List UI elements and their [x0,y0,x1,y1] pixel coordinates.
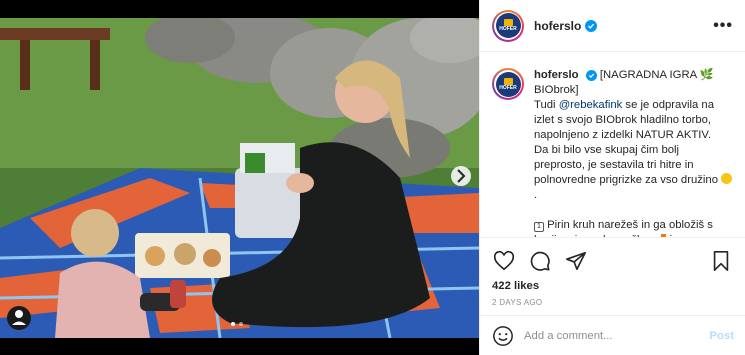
verified-badge-icon [585,70,597,81]
mention-link[interactable]: @rebekafink [559,99,623,111]
share-paper-plane-icon[interactable] [564,249,588,273]
more-options-icon[interactable]: ••• [713,17,733,35]
caption-avatar[interactable]: HOFER [492,68,524,100]
comment-input[interactable] [524,329,710,342]
caption-text: hoferslo [NAGRADNA IGRA 🌿 BIObrok] Tudi … [534,68,733,237]
avatar[interactable]: HOFER [492,9,524,42]
action-bar [480,238,745,276]
comment-bubble-icon[interactable] [528,249,552,273]
username-link[interactable]: hoferslo [534,19,581,33]
caption-line-3: Da bi bilo vse skupaj čim bolj preprosto… [534,144,718,186]
save-bookmark-icon[interactable] [709,249,733,273]
post-comment-button[interactable]: Post [710,330,734,342]
caption-area: HOFER hoferslo [NAGRADNA IGRA 🌿 BIObrok]… [480,52,745,238]
keycap-one-icon: 1 [534,222,544,232]
caption-line-4: Pirin kruh narežeš in ga obložiš s kozji… [534,219,713,237]
yum-emoji-icon [721,173,733,184]
post-header: HOFER hoferslo ••• [480,0,745,52]
like-heart-icon[interactable] [492,249,516,273]
caption-username[interactable]: hoferslo [534,69,579,81]
caption-line-1b: BIObrok] [534,84,579,96]
leaf-emoji-icon: 🌿 [699,69,714,81]
post-details-panel: HOFER hoferslo ••• HOFER hoferslo [NAGRA… [479,0,745,355]
post-image[interactable] [0,18,479,338]
verified-badge-icon [585,19,598,32]
photo-scene [0,18,479,338]
comment-form: Post [480,315,745,355]
post-timestamp[interactable]: 2 DAYS AGO [480,292,745,307]
emoji-picker-icon[interactable] [492,325,514,347]
likes-count[interactable]: 422 likes [480,276,745,292]
caption-line-2a: Tudi [534,99,559,111]
caption-line-1: [NAGRADNA IGRA [599,69,700,81]
